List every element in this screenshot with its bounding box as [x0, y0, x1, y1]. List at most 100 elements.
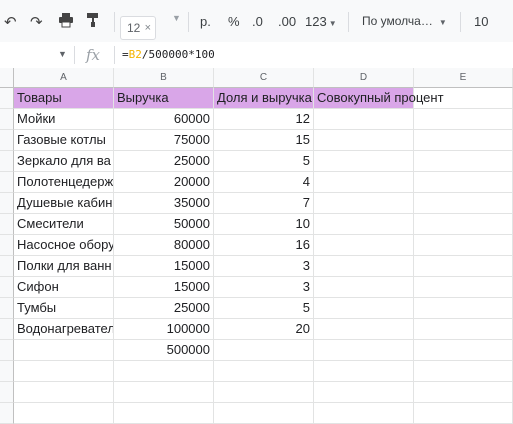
product-name-cell[interactable]: Полки для ванн: [14, 256, 114, 277]
currency-format-button[interactable]: р.: [200, 14, 211, 29]
cumulative-cell[interactable]: [314, 319, 414, 340]
row-header[interactable]: [0, 130, 14, 151]
row-header[interactable]: [0, 193, 14, 214]
share-cell[interactable]: 3: [214, 256, 314, 277]
increase-decimals-button[interactable]: .00: [278, 14, 296, 29]
grid-cell[interactable]: [114, 361, 214, 382]
revenue-cell[interactable]: 25000: [114, 151, 214, 172]
header-cell-products[interactable]: Товары: [14, 88, 114, 109]
grid-cell[interactable]: [314, 403, 414, 424]
decrease-decimals-button[interactable]: .0: [252, 14, 263, 29]
cumulative-cell[interactable]: [314, 193, 414, 214]
row-header[interactable]: [0, 340, 14, 361]
grid-cell[interactable]: [414, 403, 513, 424]
grid-cell[interactable]: [14, 340, 114, 361]
formula-input[interactable]: =B2/500000*100: [122, 48, 215, 61]
revenue-cell[interactable]: 15000: [114, 277, 214, 298]
grid-cell[interactable]: [414, 298, 513, 319]
share-cell[interactable]: 5: [214, 151, 314, 172]
share-cell[interactable]: 3: [214, 277, 314, 298]
share-cell[interactable]: 5: [214, 298, 314, 319]
grid-cell[interactable]: [414, 151, 513, 172]
font-family-select[interactable]: По умолча… ▼: [362, 14, 447, 28]
row-header[interactable]: [0, 319, 14, 340]
product-name-cell[interactable]: Сифон: [14, 277, 114, 298]
grid-cell[interactable]: [14, 361, 114, 382]
revenue-total-cell[interactable]: 500000: [114, 340, 214, 361]
cumulative-cell[interactable]: [314, 235, 414, 256]
row-header[interactable]: [0, 298, 14, 319]
row-header[interactable]: [0, 235, 14, 256]
row-header[interactable]: [0, 361, 14, 382]
grid-cell[interactable]: [414, 340, 513, 361]
header-cell-share[interactable]: Доля и выручка: [214, 88, 314, 109]
column-header-d[interactable]: D: [314, 68, 414, 88]
cumulative-cell[interactable]: [314, 298, 414, 319]
font-size-select[interactable]: 10: [474, 14, 488, 29]
product-name-cell[interactable]: Полотенцедерж: [14, 172, 114, 193]
cumulative-cell[interactable]: [314, 109, 414, 130]
grid-cell[interactable]: [414, 214, 513, 235]
grid-cell[interactable]: [314, 361, 414, 382]
row-header[interactable]: [0, 403, 14, 424]
revenue-cell[interactable]: 20000: [114, 172, 214, 193]
grid-cell[interactable]: [414, 277, 513, 298]
product-name-cell[interactable]: Зеркало для ва: [14, 151, 114, 172]
percent-format-button[interactable]: %: [228, 14, 240, 29]
chevron-down-icon[interactable]: ▼: [172, 13, 181, 23]
header-cell-revenue[interactable]: Выручка: [114, 88, 214, 109]
product-name-cell[interactable]: Мойки: [14, 109, 114, 130]
revenue-cell[interactable]: 25000: [114, 298, 214, 319]
grid-cell[interactable]: [114, 382, 214, 403]
grid-cell[interactable]: [114, 403, 214, 424]
paint-format-icon[interactable]: [86, 12, 100, 32]
undo-icon[interactable]: ↶: [4, 13, 17, 31]
grid-cell[interactable]: [414, 172, 513, 193]
select-all-corner[interactable]: [0, 68, 14, 88]
print-icon[interactable]: [58, 12, 74, 32]
grid-cell[interactable]: [414, 235, 513, 256]
grid-cell[interactable]: [14, 403, 114, 424]
more-formats-button[interactable]: 123 ▼: [305, 14, 337, 29]
cumulative-cell[interactable]: [314, 214, 414, 235]
column-header-a[interactable]: A: [14, 68, 114, 88]
grid-cell[interactable]: [214, 403, 314, 424]
share-cell[interactable]: 16: [214, 235, 314, 256]
share-cell[interactable]: 4: [214, 172, 314, 193]
cumulative-cell[interactable]: [314, 151, 414, 172]
product-name-cell[interactable]: Газовые котлы: [14, 130, 114, 151]
revenue-cell[interactable]: 50000: [114, 214, 214, 235]
cumulative-cell[interactable]: [314, 130, 414, 151]
row-header[interactable]: [0, 382, 14, 403]
share-cell[interactable]: 15: [214, 130, 314, 151]
row-header[interactable]: [0, 256, 14, 277]
row-header[interactable]: [0, 151, 14, 172]
grid-cell[interactable]: [314, 382, 414, 403]
revenue-cell[interactable]: 35000: [114, 193, 214, 214]
share-cell[interactable]: 12: [214, 109, 314, 130]
grid-cell[interactable]: [414, 256, 513, 277]
grid-cell[interactable]: [214, 382, 314, 403]
cumulative-cell[interactable]: [314, 172, 414, 193]
grid-cell[interactable]: [414, 130, 513, 151]
revenue-cell[interactable]: 100000: [114, 319, 214, 340]
header-cell-cumulative[interactable]: Совокупный процент: [314, 88, 444, 109]
share-cell[interactable]: 7: [214, 193, 314, 214]
product-name-cell[interactable]: Смесители: [14, 214, 114, 235]
grid-cell[interactable]: [214, 361, 314, 382]
grid-cell[interactable]: [414, 193, 513, 214]
share-cell[interactable]: 20: [214, 319, 314, 340]
revenue-cell[interactable]: 75000: [114, 130, 214, 151]
row-header[interactable]: [0, 214, 14, 235]
row-header[interactable]: [0, 277, 14, 298]
cumulative-cell[interactable]: [314, 256, 414, 277]
grid-cell[interactable]: [214, 340, 314, 361]
name-box-dropdown-icon[interactable]: ▼: [58, 49, 67, 59]
row-header[interactable]: [0, 109, 14, 130]
column-header-e[interactable]: E: [414, 68, 513, 88]
cumulative-cell[interactable]: [314, 277, 414, 298]
revenue-cell[interactable]: 15000: [114, 256, 214, 277]
product-name-cell[interactable]: Душевые кабин: [14, 193, 114, 214]
revenue-cell[interactable]: 60000: [114, 109, 214, 130]
grid-cell[interactable]: [414, 361, 513, 382]
